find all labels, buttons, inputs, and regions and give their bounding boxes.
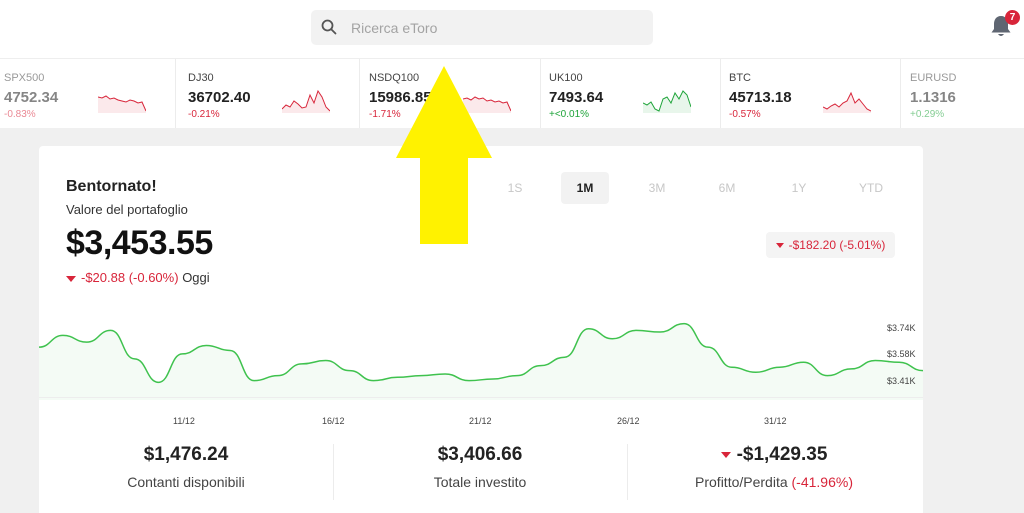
stat-label-percent: (-41.96%) bbox=[791, 474, 853, 490]
period-change-value: -$182.20 (-5.01%) bbox=[788, 238, 886, 252]
ticker-item-eurusd[interactable]: EURUSD 1.1316 +0.29% bbox=[902, 59, 1024, 128]
stat-label-text: Profitto/Perdita bbox=[695, 474, 788, 490]
stat-available-cash: $1,476.24 Contanti disponibili bbox=[39, 444, 333, 490]
ticker-price: 36702.40 bbox=[188, 89, 251, 106]
x-axis-label: 11/12 bbox=[173, 416, 195, 426]
notification-badge: 7 bbox=[1005, 10, 1020, 25]
x-axis-label: 26/12 bbox=[617, 416, 640, 426]
ticker-price: 1.1316 bbox=[910, 89, 956, 106]
portfolio-chart bbox=[39, 322, 923, 400]
today-change-value: -$20.88 (-0.60%) bbox=[81, 270, 179, 285]
stat-profit-loss: -$1,429.35 Profitto/Perdita (-41.96%) bbox=[627, 444, 921, 490]
ticker-price: 4752.34 bbox=[4, 89, 59, 106]
ticker-change: +0.29% bbox=[910, 109, 945, 120]
chart-divider bbox=[39, 397, 923, 398]
portfolio-label: Valore del portafoglio bbox=[66, 202, 188, 217]
ticker-price: 45713.18 bbox=[729, 89, 792, 106]
range-tab-6m[interactable]: 6M bbox=[703, 172, 751, 204]
y-axis-label: $3.58K bbox=[887, 349, 916, 359]
ticker-change: +<0.01% bbox=[549, 109, 590, 120]
range-tab-ytd[interactable]: YTD bbox=[847, 172, 895, 204]
stat-value-text: -$1,429.35 bbox=[736, 444, 828, 465]
sparkline bbox=[98, 95, 146, 113]
ticker-symbol: UK100 bbox=[549, 72, 583, 84]
ticker-change: -0.21% bbox=[188, 109, 220, 120]
down-triangle-icon bbox=[66, 275, 76, 282]
stat-value: -$1,429.35 bbox=[627, 444, 921, 466]
down-triangle-icon bbox=[720, 451, 731, 458]
range-tab-1m[interactable]: 1M bbox=[561, 172, 609, 204]
ticker-item-btc[interactable]: BTC 45713.18 -0.57% bbox=[721, 59, 901, 128]
today-change: -$20.88 (-0.60%) Oggi bbox=[66, 270, 210, 285]
ticker-symbol: SPX500 bbox=[4, 72, 45, 84]
ticker-change: -0.83% bbox=[4, 109, 36, 120]
search-box[interactable] bbox=[311, 10, 653, 45]
period-change-badge: -$182.20 (-5.01%) bbox=[766, 232, 895, 258]
down-triangle-icon bbox=[775, 243, 784, 249]
y-axis-label: $3.74K bbox=[887, 323, 916, 333]
welcome-heading: Bentornato! bbox=[66, 178, 157, 195]
stat-label: Contanti disponibili bbox=[127, 474, 245, 490]
sparkline-fill bbox=[98, 96, 146, 113]
search-icon bbox=[321, 19, 337, 35]
x-axis-label: 16/12 bbox=[322, 416, 345, 426]
stat-total-invested: $3,406.66 Totale investito bbox=[333, 444, 627, 490]
ticker-symbol: BTC bbox=[729, 72, 751, 84]
ticker-item-dj30[interactable]: DJ30 36702.40 -0.21% bbox=[180, 59, 360, 128]
x-axis-label: 21/12 bbox=[469, 416, 492, 426]
ticker-item-spx500[interactable]: SPX500 4752.34 -0.83% bbox=[0, 59, 176, 128]
sparkline bbox=[643, 90, 691, 113]
sparkline bbox=[282, 89, 330, 113]
stat-label: Totale investito bbox=[433, 474, 527, 490]
ticker-price: 7493.64 bbox=[549, 89, 604, 106]
market-ticker: SPX500 4752.34 -0.83% DJ30 36702.40 -0.21% NSD… bbox=[0, 59, 1024, 128]
range-tab-1s[interactable]: 1S bbox=[491, 172, 539, 204]
y-axis-label: $3.41K bbox=[887, 376, 916, 386]
ticker-symbol: DJ30 bbox=[188, 72, 214, 84]
today-label: Oggi bbox=[182, 270, 210, 285]
stat-value: $1,476.24 bbox=[143, 444, 229, 465]
range-tabs: 1S 1M 3M 6M 1Y YTD bbox=[491, 172, 901, 204]
range-tab-3m[interactable]: 3M bbox=[633, 172, 681, 204]
ticker-symbol: EURUSD bbox=[910, 72, 957, 84]
portfolio-value: $3,453.55 bbox=[66, 224, 213, 262]
stat-label: Profitto/Perdita (-41.96%) bbox=[627, 474, 921, 490]
top-bar: 7 bbox=[0, 0, 1024, 59]
sparkline-fill bbox=[823, 93, 871, 113]
range-tab-1y[interactable]: 1Y bbox=[775, 172, 823, 204]
x-axis-label: 31/12 bbox=[764, 416, 787, 426]
stat-value: $3,406.66 bbox=[437, 444, 523, 465]
chart-area bbox=[39, 323, 923, 400]
search-input[interactable] bbox=[349, 16, 643, 40]
sparkline bbox=[823, 91, 871, 113]
ticker-item-uk100[interactable]: UK100 7493.64 +<0.01% bbox=[541, 59, 721, 128]
annotation-up-arrow-icon bbox=[396, 66, 492, 244]
ticker-change: -0.57% bbox=[729, 109, 761, 120]
sparkline-fill bbox=[282, 91, 330, 113]
